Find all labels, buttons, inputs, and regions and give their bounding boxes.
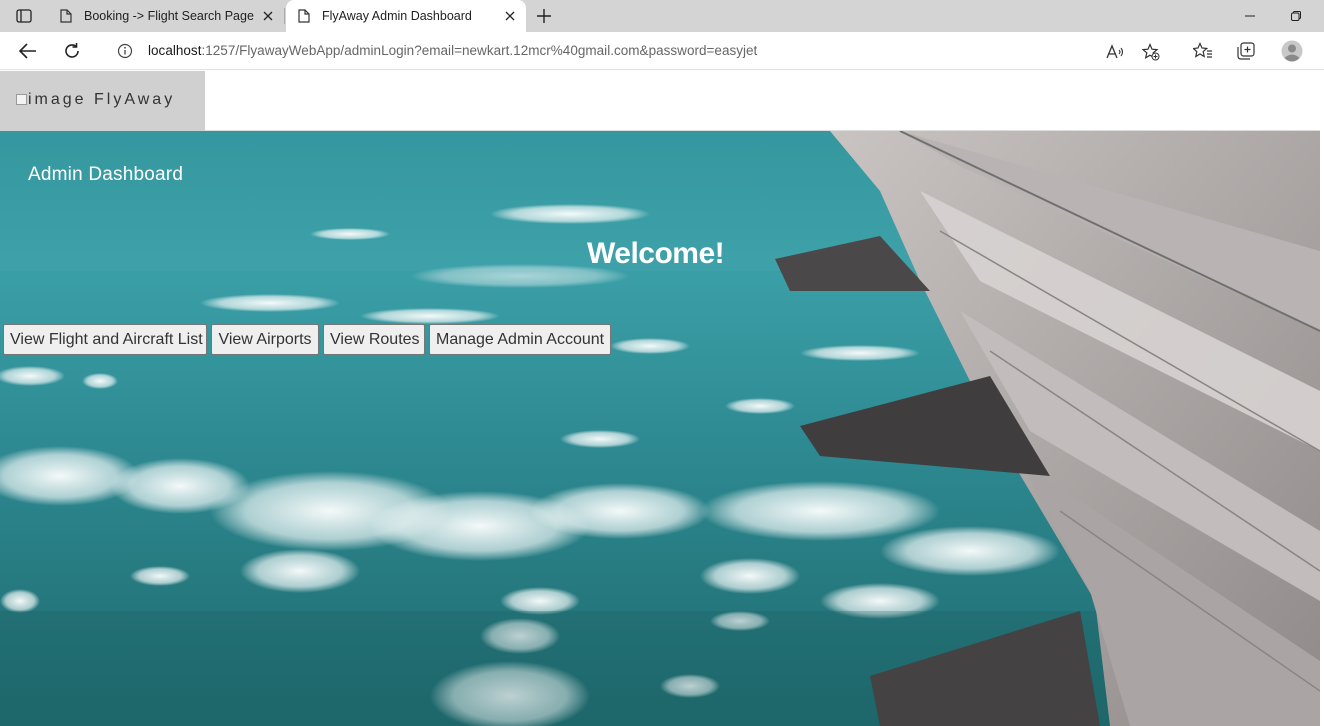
welcome-heading: Welcome! <box>587 237 725 270</box>
scrollbar-track[interactable] <box>1320 131 1324 726</box>
address-bar[interactable]: localhost:1257/FlyawayWebApp/adminLogin?… <box>100 35 1174 67</box>
view-routes-button[interactable]: View Routes <box>323 324 425 355</box>
close-icon[interactable] <box>260 8 276 24</box>
restore-icon[interactable] <box>1286 6 1306 26</box>
add-favorite-icon[interactable] <box>1142 43 1160 61</box>
new-tab-icon[interactable] <box>534 6 554 26</box>
url-text: localhost:1257/FlyawayWebApp/adminLogin?… <box>148 43 758 58</box>
tab-title: Booking -> Flight Search Page <box>84 9 254 23</box>
page-icon <box>296 8 312 24</box>
tab-booking[interactable]: Booking -> Flight Search Page <box>48 0 285 32</box>
page-viewport: image FlyAway Admin Dashboard Welcome! V… <box>0 71 1324 726</box>
tab-admin-dashboard[interactable]: FlyAway Admin Dashboard <box>286 0 526 32</box>
minimize-icon[interactable] <box>1240 6 1260 26</box>
dashboard-title: Admin Dashboard <box>28 164 184 185</box>
close-icon[interactable] <box>502 8 518 24</box>
hero-background: Admin Dashboard Welcome! View Flight and… <box>0 131 1320 726</box>
info-icon[interactable] <box>117 43 133 59</box>
airplane-wing-image <box>0 131 1320 726</box>
read-aloud-icon[interactable] <box>1106 43 1124 61</box>
page-icon <box>58 8 74 24</box>
brand-logo[interactable]: image FlyAway <box>0 71 205 131</box>
view-airports-button[interactable]: View Airports <box>211 324 319 355</box>
refresh-icon[interactable] <box>61 40 83 62</box>
back-icon[interactable] <box>17 40 39 62</box>
browser-toolbar: localhost:1257/FlyawayWebApp/adminLogin?… <box>0 32 1324 70</box>
manage-admin-account-button[interactable]: Manage Admin Account <box>429 324 611 355</box>
browser-tab-strip: Booking -> Flight Search Page FlyAway Ad… <box>0 0 1324 32</box>
brand-image-alt: image <box>28 91 87 108</box>
favorites-icon[interactable] <box>1192 40 1214 62</box>
broken-image-icon <box>16 94 27 105</box>
brand-name: FlyAway <box>94 91 176 108</box>
tab-title: FlyAway Admin Dashboard <box>322 9 472 23</box>
site-header: image FlyAway <box>0 71 1320 131</box>
collections-icon[interactable] <box>1235 40 1257 62</box>
profile-icon[interactable] <box>1280 40 1304 62</box>
view-flight-aircraft-list-button[interactable]: View Flight and Aircraft List <box>3 324 207 355</box>
tab-actions-icon[interactable] <box>8 5 40 27</box>
